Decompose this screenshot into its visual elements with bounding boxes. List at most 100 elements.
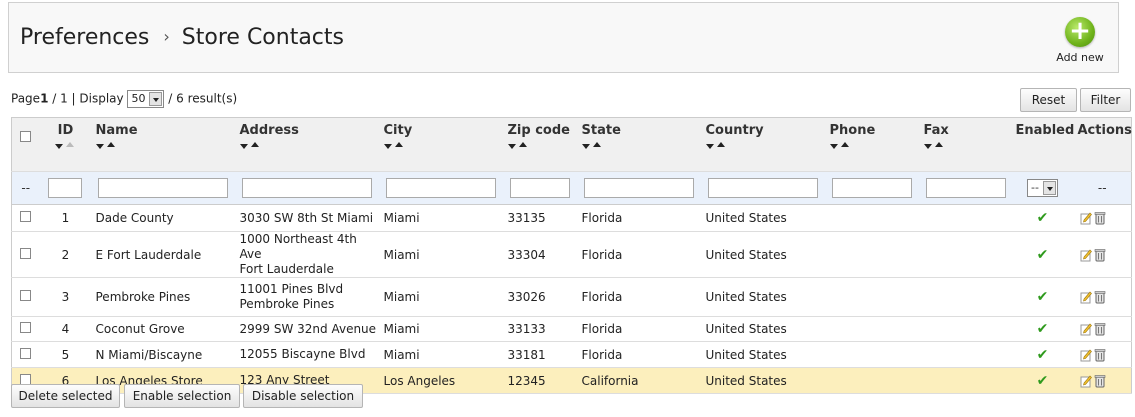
row-checkbox[interactable]	[20, 347, 31, 359]
table-row[interactable]: 5N Miami/Biscayne 12055 Biscayne Blvd Miam…	[11, 341, 1132, 368]
filter-country-input[interactable]	[707, 178, 818, 198]
sort-desc-icon[interactable]	[705, 144, 714, 149]
column-phone: Phone	[825, 117, 920, 172]
cell-address: 12055 Biscayne Blvd	[235, 341, 380, 368]
sort-asc-icon[interactable]	[106, 142, 115, 147]
add-new-label: Add new	[1056, 51, 1104, 64]
trash-icon[interactable]	[1094, 211, 1106, 225]
row-checkbox[interactable]	[20, 373, 31, 385]
cell-country: United States	[701, 204, 826, 232]
table-row[interactable]: 4 Coconut Grove 2999 SW 32nd Avenue Miami 33…	[11, 316, 1132, 342]
trash-icon[interactable]	[1094, 290, 1106, 304]
cell-id: 1	[39, 204, 92, 232]
filter-state-input[interactable]	[583, 178, 694, 198]
sort-desc-icon[interactable]	[383, 144, 392, 149]
sort-asc-icon[interactable]	[65, 142, 74, 147]
trash-icon[interactable]	[1094, 374, 1106, 388]
sort-asc-icon[interactable]	[518, 142, 527, 147]
cell-fax	[919, 204, 1012, 232]
breadcrumb-current: Store Contacts	[181, 25, 344, 50]
cell-zip: 33135	[503, 204, 578, 232]
breadcrumb-parent[interactable]: Preferences	[20, 25, 149, 50]
add-new-button[interactable]: + Add new	[1054, 17, 1106, 64]
trash-icon[interactable]	[1094, 348, 1106, 362]
filter-name-input[interactable]	[97, 178, 228, 198]
filter-phone-input[interactable]	[831, 178, 912, 198]
enabled-check-icon[interactable]: ✔	[1037, 373, 1049, 389]
cell-city: Miami	[379, 231, 504, 278]
filter-id-input[interactable]	[47, 178, 82, 198]
sort-asc-icon[interactable]	[250, 142, 259, 147]
cell-id: 5	[39, 341, 92, 368]
edit-icon[interactable]	[1080, 248, 1092, 262]
enabled-check-icon[interactable]: ✔	[1037, 289, 1049, 305]
reset-button[interactable]: Reset	[1020, 88, 1077, 112]
cell-fax	[919, 277, 1012, 317]
page-toolbar: Preferences › Store Contacts + Add new	[8, 2, 1119, 73]
delete-selected-button[interactable]: Delete selected	[11, 384, 120, 408]
cell-phone	[825, 316, 920, 342]
filter-fax-input[interactable]	[925, 178, 1006, 198]
cell-state: Florida	[577, 204, 702, 232]
enable-selection-button[interactable]: Enable selection	[124, 384, 240, 408]
table-row[interactable]: 3 Pembroke Pines 11001 Pines Blvd Pembroke …	[11, 277, 1132, 317]
breadcrumb: Preferences › Store Contacts	[20, 25, 344, 50]
edit-icon[interactable]	[1080, 374, 1092, 388]
column-enabled: Enabled	[1011, 117, 1074, 172]
sort-desc-icon[interactable]	[239, 144, 248, 149]
edit-icon[interactable]	[1080, 348, 1092, 362]
cell-phone	[825, 277, 920, 317]
sort-desc-icon[interactable]	[54, 144, 63, 149]
enabled-check-icon[interactable]: ✔	[1037, 247, 1049, 263]
sort-asc-icon[interactable]	[934, 142, 943, 147]
column-actions: Actions	[1073, 117, 1132, 172]
filter-city-input[interactable]	[385, 178, 496, 198]
sort-asc-icon[interactable]	[840, 142, 849, 147]
trash-icon[interactable]	[1094, 322, 1106, 336]
sort-desc-icon[interactable]	[581, 144, 590, 149]
cell-zip: 12345	[503, 367, 578, 394]
table-row[interactable]: 1 Dade County 3030 SW 8th St Miami Miami 331…	[11, 204, 1132, 232]
filter-address-input[interactable]	[241, 178, 372, 198]
cell-phone	[825, 204, 920, 232]
edit-icon[interactable]	[1080, 211, 1092, 225]
enabled-check-icon[interactable]: ✔	[1037, 210, 1049, 226]
sort-desc-icon[interactable]	[829, 144, 838, 149]
cell-fax	[919, 367, 1012, 394]
row-checkbox[interactable]	[20, 247, 31, 259]
sort-desc-icon[interactable]	[507, 144, 516, 149]
filter-button[interactable]: Filter	[1080, 88, 1131, 112]
per-page-select[interactable]: 50	[127, 90, 165, 108]
table-row[interactable]: 2E Fort Lauderdale 1000 Northeast 4th Ave…	[11, 231, 1132, 278]
enabled-check-icon[interactable]: ✔	[1037, 347, 1049, 363]
cell-name: N Miami/Biscayne	[91, 341, 236, 368]
sort-asc-icon[interactable]	[592, 142, 601, 147]
table-header-row: ID Name Address City Zip code State Coun…	[11, 117, 1132, 172]
edit-icon[interactable]	[1080, 322, 1092, 336]
enabled-check-icon[interactable]: ✔	[1037, 321, 1049, 337]
row-checkbox[interactable]	[20, 290, 31, 301]
sort-asc-icon[interactable]	[394, 142, 403, 147]
row-checkbox[interactable]	[20, 211, 31, 222]
column-state: State	[577, 117, 702, 172]
cell-phone	[825, 367, 920, 394]
cell-id: 2	[39, 231, 92, 278]
filter-enabled-select[interactable]: --	[1027, 179, 1058, 197]
sort-asc-icon[interactable]	[716, 142, 725, 147]
row-checkbox[interactable]	[20, 322, 31, 333]
disable-selection-button[interactable]: Disable selection	[243, 384, 363, 408]
cell-name: E Fort Lauderdale	[91, 231, 236, 278]
select-all-checkbox[interactable]	[20, 131, 31, 142]
sort-desc-icon[interactable]	[95, 144, 104, 149]
page-rest: / 1 | Display	[48, 91, 128, 106]
page-label: Page	[11, 91, 41, 106]
result-count: / 6 result(s)	[164, 91, 238, 106]
cell-city: Miami	[379, 341, 504, 368]
trash-icon[interactable]	[1094, 248, 1106, 262]
filter-zip-input[interactable]	[509, 178, 570, 198]
filter-row: -- -- --	[11, 171, 1132, 205]
sort-desc-icon[interactable]	[923, 144, 932, 149]
column-name: Name	[91, 117, 236, 172]
edit-icon[interactable]	[1080, 290, 1092, 304]
cell-address: 3030 SW 8th St Miami	[235, 204, 380, 232]
